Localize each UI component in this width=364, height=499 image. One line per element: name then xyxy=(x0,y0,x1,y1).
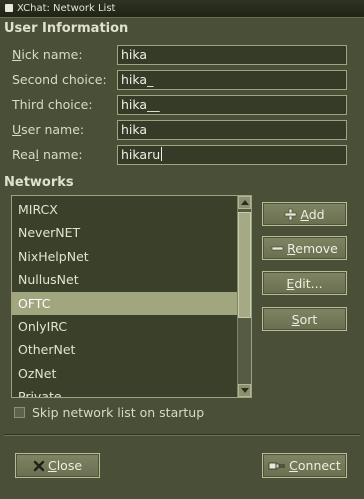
nick-name-input[interactable]: hika xyxy=(117,45,347,65)
user-name-label-rest: ser name: xyxy=(21,122,85,137)
arrow-up-icon xyxy=(241,200,249,205)
close-label: Close xyxy=(47,458,83,473)
network-list-item[interactable]: NullusNet xyxy=(12,268,238,291)
third-choice-input[interactable]: hika__ xyxy=(117,95,347,115)
network-list[interactable]: MIRCX NeverNET NixHelpNet NullusNet OFTC Only… xyxy=(11,195,252,398)
real-name-label-text: Real name: xyxy=(12,147,83,162)
network-list-item[interactable]: OtherNet xyxy=(12,338,238,361)
text-caret xyxy=(161,147,163,161)
close-icon xyxy=(33,460,45,471)
scroll-up-button[interactable] xyxy=(238,196,251,209)
edit-button[interactable]: Edit... xyxy=(262,271,347,295)
networks-heading: Networks xyxy=(4,175,74,190)
plug-icon xyxy=(268,462,286,469)
real-name-input[interactable]: hikaru xyxy=(117,145,347,165)
add-button[interactable]: Add xyxy=(262,202,347,226)
connect-button[interactable]: Connect xyxy=(262,453,347,478)
window-menu-icon[interactable] xyxy=(5,4,13,12)
connect-label: Connect xyxy=(289,458,341,473)
close-button[interactable]: Close xyxy=(15,453,100,478)
second-choice-input[interactable]: hika_ xyxy=(117,70,347,90)
arrow-down-icon xyxy=(241,388,249,393)
user-information-heading: User Information xyxy=(4,21,129,36)
edit-label: Edit... xyxy=(286,275,323,291)
real-name-label: Real name: xyxy=(12,147,83,162)
network-list-item[interactable]: MIRCX xyxy=(12,198,238,221)
network-list-item[interactable]: OzNet xyxy=(12,362,238,385)
network-list-item[interactable]: NeverNET xyxy=(12,221,238,244)
nick-name-label: Nick name: xyxy=(12,47,83,62)
network-list-item[interactable]: OnlyIRC xyxy=(12,315,238,338)
scrollbar-thumb[interactable] xyxy=(238,212,251,318)
scroll-down-button[interactable] xyxy=(238,384,251,397)
third-choice-label: Third choice: xyxy=(12,97,93,112)
user-name-input[interactable]: hika xyxy=(117,120,347,140)
skip-network-list-checkbox[interactable] xyxy=(14,407,25,418)
plus-icon xyxy=(285,208,297,220)
network-list-item[interactable]: NixHelpNet xyxy=(12,245,238,268)
network-list-item[interactable]: Private xyxy=(12,385,238,397)
window-titlebar[interactable]: XChat: Network List xyxy=(0,0,364,18)
user-name-label: User name: xyxy=(12,122,85,137)
minus-icon xyxy=(271,246,284,250)
sort-label: Sort xyxy=(291,311,318,327)
network-list-item[interactable]: OFTC xyxy=(12,291,238,315)
add-label: Add xyxy=(300,206,325,222)
sort-button[interactable]: Sort xyxy=(262,307,347,331)
window-title: XChat: Network List xyxy=(17,3,116,14)
remove-button[interactable]: Remove xyxy=(262,236,347,260)
second-choice-label: Second choice: xyxy=(12,72,107,87)
remove-label: Remove xyxy=(287,240,338,256)
network-list-scrollbar[interactable] xyxy=(237,196,251,397)
bottom-separator xyxy=(4,434,360,436)
skip-network-list-label[interactable]: Skip network list on startup xyxy=(32,405,204,420)
